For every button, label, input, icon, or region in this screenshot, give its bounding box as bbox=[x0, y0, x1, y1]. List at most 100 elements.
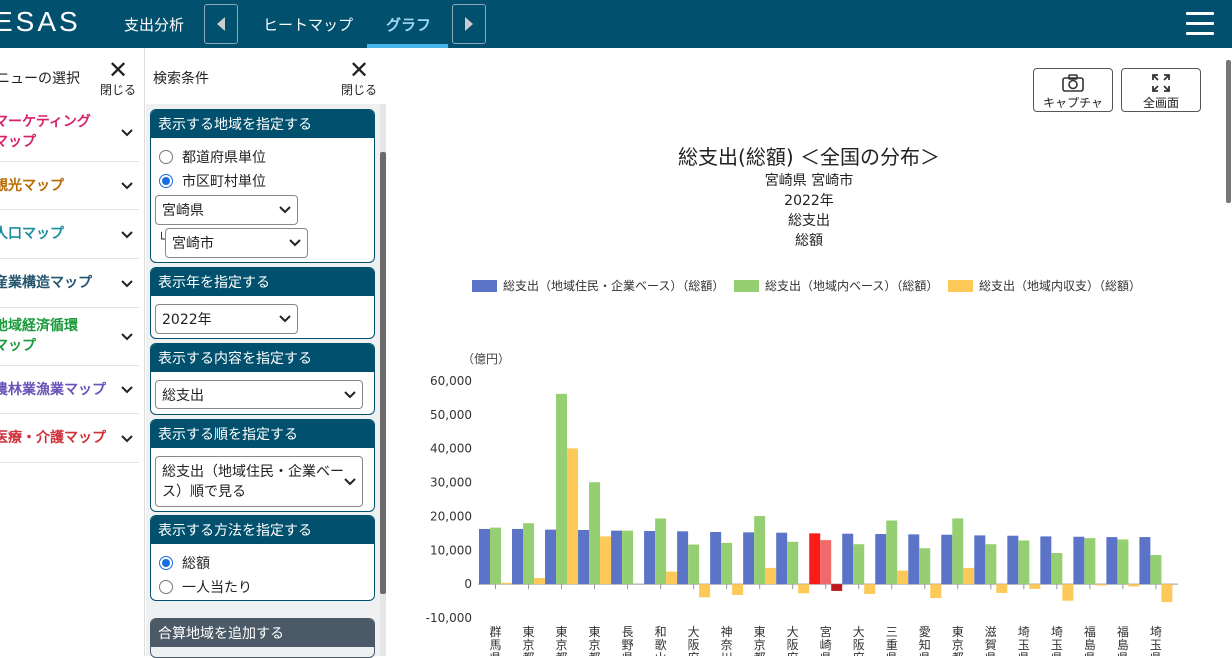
app-logo[interactable]: ESAS bbox=[0, 6, 81, 38]
tab-heatmap[interactable]: ヒートマップ bbox=[263, 14, 353, 35]
prev-tab-button[interactable] bbox=[204, 4, 238, 44]
city-select[interactable]: 宮崎市 bbox=[165, 228, 308, 258]
hamburger-menu-icon[interactable] bbox=[1186, 12, 1214, 36]
bar-yellow bbox=[732, 584, 744, 595]
bar-green bbox=[919, 548, 931, 585]
x-tick-label: 神奈川 bbox=[721, 625, 733, 656]
radio-button[interactable] bbox=[159, 150, 173, 164]
y-axis-label: （億円） bbox=[462, 352, 510, 366]
order-select[interactable]: 総支出（地域住民・企業ベー ス）順で見る bbox=[155, 456, 363, 507]
nav-expense-analysis[interactable]: 支出分析 bbox=[124, 14, 184, 35]
radio-prefecture-unit[interactable]: 都道府県単位 bbox=[159, 147, 266, 167]
menu-panel: ニューの選択 ✕ 閉じる マーケティング マップ観光マップ人口マップ産業構造マップ… bbox=[0, 48, 145, 656]
menu-item-4[interactable]: 地域経済循環 マップ bbox=[0, 308, 139, 366]
bar-blue bbox=[842, 533, 854, 585]
radio-button-checked[interactable] bbox=[159, 556, 173, 570]
y-tick-label: 50,000 bbox=[430, 408, 472, 422]
bar-green bbox=[490, 527, 501, 585]
radio-total[interactable]: 総額 bbox=[159, 553, 210, 573]
method-box-header: 表示する方法を指定する bbox=[151, 516, 374, 544]
tab-graph[interactable]: グラフ bbox=[386, 14, 431, 35]
add-region-box[interactable]: 合算地域を追加する bbox=[150, 618, 375, 658]
menu-item-label: 医療・介護マップ bbox=[0, 430, 106, 446]
chart-subtitle-year: 2022年 bbox=[784, 193, 834, 209]
legend-item-green[interactable]: 総支出（地域内ベース）（総額） bbox=[734, 277, 938, 294]
bar-green bbox=[952, 518, 964, 585]
radio-button-checked[interactable] bbox=[159, 174, 173, 188]
x-tick-label: 東京都 bbox=[556, 625, 568, 656]
bar-blue bbox=[710, 532, 722, 585]
bar-green bbox=[655, 518, 667, 585]
radio-city-unit[interactable]: 市区町村単位 bbox=[159, 171, 266, 191]
radio-per-capita[interactable]: 一人当たり bbox=[159, 577, 252, 597]
capture-button[interactable]: キャプチャ bbox=[1033, 68, 1113, 112]
legend-swatch bbox=[472, 279, 497, 292]
legend-item-yellow[interactable]: 総支出（地域内収支）（総額） bbox=[948, 277, 1141, 294]
bar-yellow bbox=[501, 582, 512, 585]
x-tick-label: 東京都 bbox=[952, 625, 964, 656]
menu-item-label: 産業構造マップ bbox=[0, 275, 92, 291]
x-tick-label: 埼玉県 bbox=[1051, 625, 1063, 656]
content-box-header: 表示する内容を指定する bbox=[151, 344, 374, 372]
bar-blue bbox=[677, 531, 689, 585]
fullscreen-icon bbox=[1152, 74, 1170, 92]
x-tick-label: 和歌山 bbox=[655, 625, 667, 656]
bar-chart: （億円） 60,000 50,000 40,000 30,000 20,000 10,000… bbox=[426, 352, 1178, 656]
bar-green bbox=[556, 393, 568, 585]
menu-item-label: 観光マップ bbox=[0, 178, 64, 194]
content-select[interactable]: 総支出 bbox=[155, 380, 363, 409]
bar-yellow bbox=[534, 578, 546, 585]
bar-yellow bbox=[831, 584, 843, 591]
menu-item-0[interactable]: マーケティング マップ bbox=[0, 104, 139, 162]
year-select[interactable]: 2022年 bbox=[155, 304, 298, 334]
menu-close-button[interactable]: ✕ 閉じる bbox=[98, 58, 138, 98]
bar-yellow bbox=[1128, 584, 1140, 587]
x-tick-label: 愛知県 bbox=[919, 625, 931, 656]
bar-green bbox=[721, 542, 733, 585]
menu-item-label: 地域経済循環 マップ bbox=[0, 318, 78, 354]
x-tick-label: 埼玉県 bbox=[1018, 625, 1030, 656]
chevron-down-icon bbox=[121, 129, 133, 137]
close-icon: ✕ bbox=[348, 56, 370, 84]
menu-panel-header: ニューの選択 ✕ 閉じる bbox=[0, 48, 145, 104]
menu-item-3[interactable]: 産業構造マップ bbox=[0, 259, 139, 308]
x-tick-label: 東京都 bbox=[754, 625, 766, 656]
year-box: 表示年を指定する 2022年 bbox=[150, 267, 375, 339]
bar-yellow bbox=[699, 584, 711, 598]
x-tick-label: 宮崎県 bbox=[820, 624, 832, 656]
add-region-header[interactable]: 合算地域を追加する bbox=[151, 619, 374, 647]
menu-item-2[interactable]: 人口マップ bbox=[0, 210, 139, 259]
menu-item-1[interactable]: 観光マップ bbox=[0, 162, 139, 210]
order-box: 表示する順を指定する 総支出（地域住民・企業ベー ス）順で見る bbox=[150, 419, 375, 512]
menu-item-6[interactable]: 医療・介護マップ bbox=[0, 414, 139, 463]
bar-green bbox=[787, 541, 799, 585]
chevron-down-icon bbox=[121, 182, 133, 190]
chevron-down-icon bbox=[121, 386, 133, 394]
y-tick-label: 0 bbox=[464, 577, 472, 591]
bar-yellow bbox=[798, 584, 810, 594]
region-box: 表示する地域を指定する 都道府県単位 市区町村単位 宮崎県 └ 宮崎市 bbox=[150, 109, 375, 263]
menu-item-5[interactable]: 農林業漁業マップ bbox=[0, 366, 139, 414]
conditions-header: 検索条件 ✕ 閉じる bbox=[146, 48, 386, 104]
radio-button[interactable] bbox=[159, 580, 173, 594]
bar-yellow bbox=[996, 584, 1008, 593]
search-conditions-panel: 検索条件 ✕ 閉じる 表示する地域を指定する 都道府県単位 市区町村単位 宮崎県… bbox=[146, 48, 386, 658]
chart-subtitle-content: 総支出 bbox=[788, 213, 830, 229]
prefecture-select[interactable]: 宮崎県 bbox=[155, 195, 298, 225]
legend-item-blue[interactable]: 総支出（地域住民・企業ベース）（総額） bbox=[472, 277, 724, 294]
chevron-down-icon bbox=[121, 230, 133, 238]
y-tick-label: 60,000 bbox=[430, 374, 472, 388]
y-tick-label: 10,000 bbox=[430, 543, 472, 557]
conditions-title: 検索条件 bbox=[153, 71, 209, 87]
conditions-close-button[interactable]: ✕ 閉じる bbox=[339, 56, 379, 98]
legend-swatch bbox=[948, 279, 973, 292]
bar-blue bbox=[611, 530, 623, 585]
chevron-down-icon bbox=[289, 239, 301, 247]
bar-yellow bbox=[930, 584, 942, 599]
top-bar: ESAS 支出分析 ヒートマップ グラフ bbox=[0, 0, 1232, 48]
next-tab-button[interactable] bbox=[452, 4, 486, 44]
bar-blue bbox=[1106, 537, 1118, 585]
x-tick-label: 大阪府 bbox=[787, 625, 799, 656]
fullscreen-button[interactable]: 全画面 bbox=[1121, 68, 1201, 112]
bar-blue bbox=[974, 535, 986, 585]
